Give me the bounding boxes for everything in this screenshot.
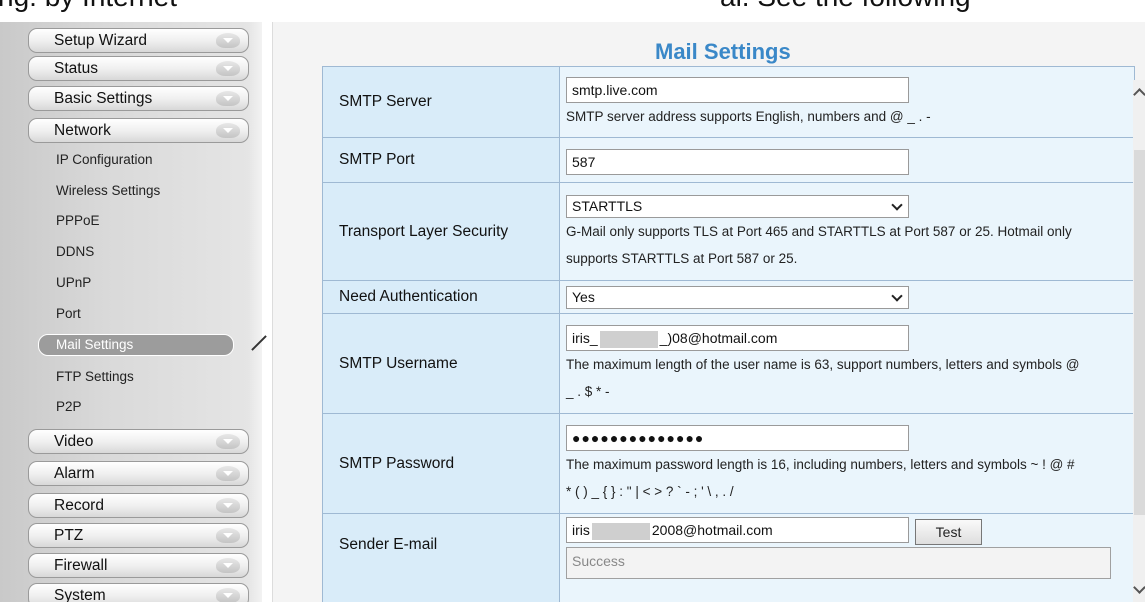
chevron-down-icon	[216, 466, 240, 481]
sidebar-item-upnp[interactable]: UPnP	[56, 275, 91, 290]
menu-firewall[interactable]: Firewall	[28, 553, 249, 578]
smtp-port-input[interactable]: 587	[566, 148, 909, 175]
username-prefix: iris_	[572, 330, 598, 346]
chevron-down-icon	[216, 434, 240, 449]
sender-email-label: Sender E-mail	[322, 513, 560, 602]
chevron-down-icon	[216, 558, 240, 573]
sidebar-item-p2p[interactable]: P2P	[56, 399, 82, 414]
sidebar-item-port[interactable]: Port	[56, 306, 81, 321]
chevron-down-icon	[216, 61, 240, 76]
sidebar-item-mail-settings[interactable]: Mail Settings	[38, 334, 234, 356]
sidebar-item-wireless-settings[interactable]: Wireless Settings	[56, 183, 160, 198]
redacted-block	[591, 522, 650, 540]
redacted-block	[599, 330, 658, 348]
menu-label: Network	[54, 122, 111, 139]
smtp-server-hint: SMTP server address supports English, nu…	[566, 109, 931, 124]
tls-selected-value: STARTTLS	[572, 197, 643, 214]
smtp-port-label: SMTP Port	[322, 137, 560, 183]
chevron-down-icon	[216, 588, 240, 602]
row-tls: Transport Layer Security STARTTLS G-Mail…	[322, 182, 1135, 281]
chevron-down-icon	[891, 290, 903, 302]
scrollbar[interactable]	[1133, 80, 1145, 602]
sidebar-item-ddns[interactable]: DDNS	[56, 244, 94, 259]
row-sender-email: Sender E-mail iris 2008@hotmail.com Test …	[322, 513, 1135, 602]
tls-label: Transport Layer Security	[322, 182, 560, 281]
password-hint-line2: * ( ) _ { } : " | < > ? ` - ; ' \ , . /	[566, 484, 734, 499]
main-content: Mail Settings SMTP Server smtp.live.com …	[272, 22, 1145, 602]
sidebar-item-ip-configuration[interactable]: IP Configuration	[56, 152, 153, 167]
smtp-server-input[interactable]: smtp.live.com	[566, 77, 909, 103]
menu-label: System	[54, 587, 106, 602]
scroll-down-icon[interactable]	[1133, 581, 1145, 594]
auth-label: Need Authentication	[322, 280, 560, 314]
smtp-server-label: SMTP Server	[322, 66, 560, 138]
chevron-down-icon	[216, 498, 240, 513]
menu-alarm[interactable]: Alarm	[28, 461, 249, 486]
tls-hint-line1: G-Mail only supports TLS at Port 465 and…	[566, 223, 1072, 239]
sender-email-input[interactable]: iris 2008@hotmail.com	[566, 517, 909, 543]
auth-select[interactable]: Yes	[566, 286, 909, 309]
username-suffix: )08@hotmail.com	[667, 330, 778, 346]
caption-strip: ng: by Internet al. See the following	[0, 0, 1145, 22]
username-label: SMTP Username	[322, 313, 560, 414]
menu-label: PTZ	[54, 527, 84, 544]
chevron-down-icon	[891, 198, 903, 211]
username-input[interactable]: iris_ _)08@hotmail.com	[566, 325, 909, 351]
tls-hint-line2: supports STARTTLS at Port 587 or 25.	[566, 250, 798, 266]
menu-label: Setup Wizard	[54, 32, 148, 49]
menu-label: Video	[54, 433, 94, 450]
row-password: SMTP Password ●●●●●●●●●●●●●● The maximum…	[322, 413, 1135, 514]
menu-label: Status	[54, 60, 98, 77]
caption-left: ng: by Internet	[0, 0, 177, 13]
test-result-box: Success	[566, 547, 1111, 579]
sender-prefix: iris	[572, 522, 590, 538]
username-hint-line1: The maximum length of the user name is 6…	[566, 357, 1080, 372]
sidebar-item-pppoe[interactable]: PPPoE	[56, 213, 100, 228]
menu-network[interactable]: Network	[28, 118, 249, 143]
password-hint-line1: The maximum password length is 16, inclu…	[566, 457, 1075, 472]
chevron-down-icon	[216, 123, 240, 138]
menu-label: Record	[54, 497, 104, 514]
sender-suffix: 2008@hotmail.com	[651, 522, 773, 538]
auth-selected-value: Yes	[572, 289, 595, 305]
row-auth: Need Authentication Yes	[322, 280, 1135, 314]
username-hint-line2: _ . $ * -	[566, 384, 610, 399]
password-label: SMTP Password	[322, 413, 560, 514]
caption-right: al. See the following	[720, 0, 971, 13]
scroll-thumb[interactable]	[1134, 150, 1145, 515]
menu-label: Firewall	[54, 557, 108, 574]
row-smtp-port: SMTP Port 587	[322, 137, 1135, 183]
menu-status[interactable]: Status	[28, 56, 249, 81]
menu-basic-settings[interactable]: Basic Settings	[28, 86, 249, 111]
mail-settings-form: SMTP Server smtp.live.com SMTP server ad…	[322, 66, 1135, 602]
test-button[interactable]: Test	[915, 519, 982, 545]
password-input[interactable]: ●●●●●●●●●●●●●●	[566, 425, 909, 451]
menu-system[interactable]: System	[28, 583, 249, 602]
menu-video[interactable]: Video	[28, 429, 249, 454]
scroll-up-icon[interactable]	[1133, 88, 1145, 101]
menu-record[interactable]: Record	[28, 493, 249, 518]
chevron-down-icon	[216, 91, 240, 106]
chevron-down-icon	[216, 33, 240, 48]
chevron-down-icon	[216, 528, 240, 543]
menu-label: Alarm	[54, 465, 95, 482]
row-username: SMTP Username iris_ _)08@hotmail.com The …	[322, 313, 1135, 414]
page-title: Mail Settings	[655, 39, 791, 64]
menu-setup-wizard[interactable]: Setup Wizard	[28, 28, 249, 53]
row-smtp-server: SMTP Server smtp.live.com SMTP server ad…	[322, 66, 1135, 138]
sidebar-item-ftp-settings[interactable]: FTP Settings	[56, 369, 134, 384]
sidebar: Setup Wizard Status Basic Settings Netwo…	[0, 22, 262, 602]
menu-ptz[interactable]: PTZ	[28, 523, 249, 548]
menu-label: Basic Settings	[54, 90, 153, 107]
tls-select[interactable]: STARTTLS	[566, 194, 909, 218]
